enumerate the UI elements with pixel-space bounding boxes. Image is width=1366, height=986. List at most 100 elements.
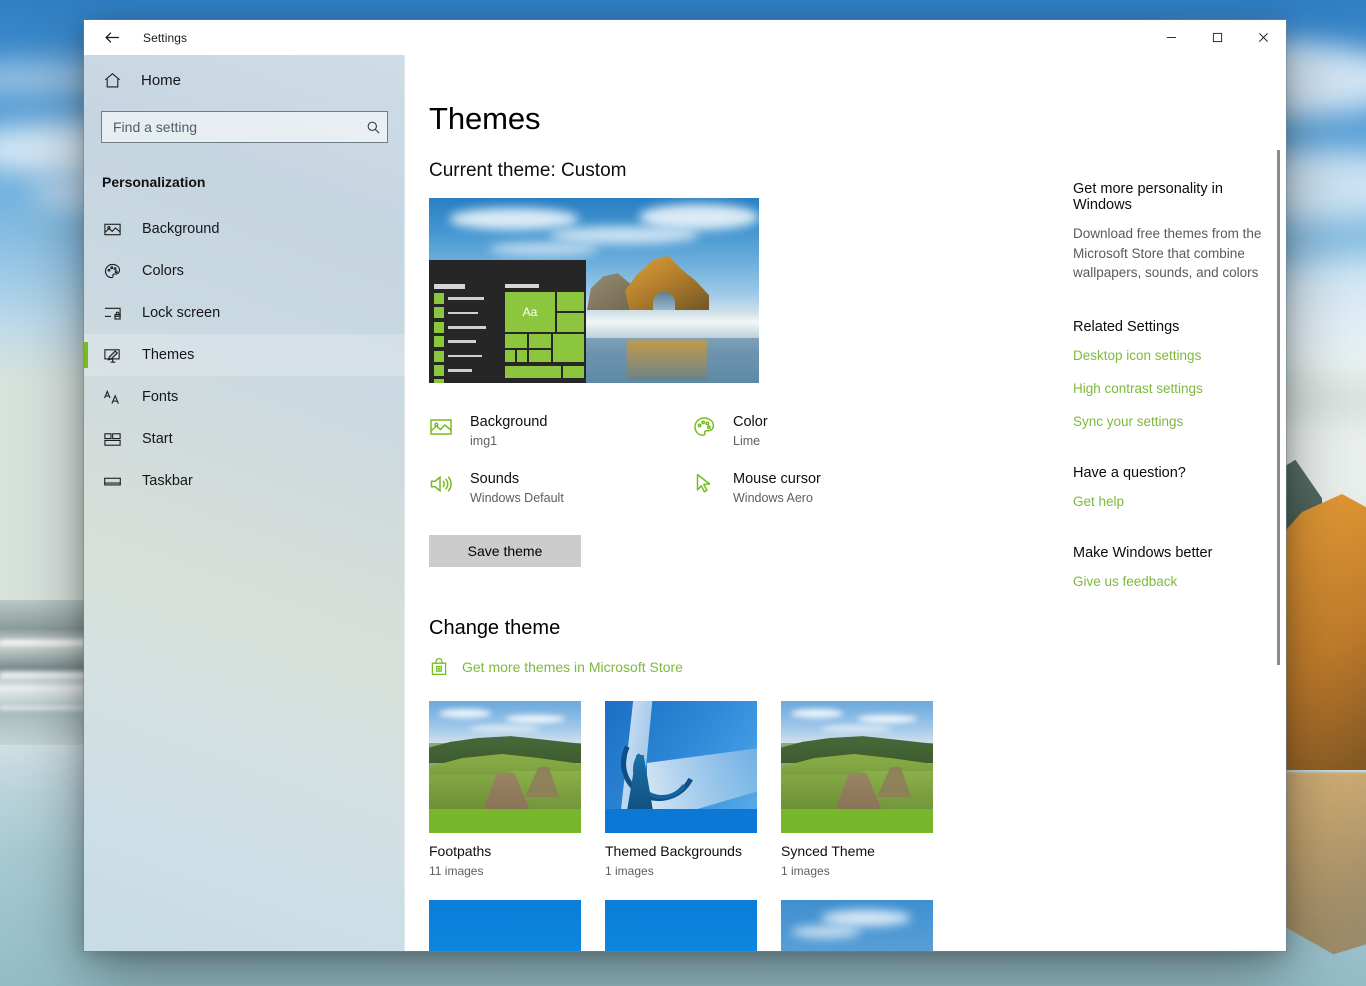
promo-text: Download free themes from the Microsoft … (1073, 226, 1262, 280)
summary-name: Mouse cursor (733, 471, 821, 487)
theme-card[interactable] (605, 900, 757, 951)
back-button[interactable] (99, 25, 125, 51)
sidebar-item-themes[interactable]: Themes (84, 334, 405, 376)
theme-card[interactable] (781, 900, 933, 951)
cursor-icon (692, 470, 718, 501)
theme-accent-bar (605, 809, 757, 833)
maximize-button[interactable] (1194, 20, 1240, 55)
link-get-help[interactable]: Get help (1073, 494, 1266, 509)
preview-cloud (449, 208, 579, 230)
current-theme-preview: Aa (429, 198, 759, 383)
link-sync-your-settings[interactable]: Sync your settings (1073, 414, 1266, 429)
store-link-label: Get more themes in Microsoft Store (462, 659, 683, 675)
theme-thumbnail (429, 701, 581, 833)
theme-card[interactable] (429, 900, 581, 951)
vertical-scrollbar[interactable] (1270, 55, 1286, 951)
aside-feedback: Make Windows better Give us feedback (1073, 545, 1266, 589)
preview-tile (505, 334, 527, 348)
summary-value: img1 (470, 434, 498, 448)
summary-value: Lime (733, 434, 761, 448)
sidebar-item-start[interactable]: Start (84, 418, 405, 460)
content-main: Themes Current theme: Custom Aa Backgrou… (405, 101, 1001, 951)
help-title: Have a question? (1073, 464, 1186, 481)
change-theme-title: Change theme (429, 617, 561, 639)
page-title: Themes (429, 101, 541, 136)
sidebar-item-lock-screen[interactable]: Lock screen (84, 292, 405, 334)
desktop-wallpaper: Settings Home Find a setting Personaliza… (0, 0, 1366, 986)
title-bar-drag-area[interactable] (405, 20, 1148, 55)
theme-card[interactable]: Footpaths 11 images (429, 701, 581, 878)
sidebar-item-home[interactable]: Home (84, 60, 405, 100)
related-settings-title: Related Settings (1073, 318, 1180, 335)
settings-window: Settings Home Find a setting Personaliza… (84, 20, 1286, 951)
theme-accent-bar (429, 809, 581, 833)
preview-start-heading (434, 284, 465, 289)
taskbar-icon (102, 471, 123, 492)
preview-cloud (639, 204, 759, 230)
aside-promo: Get more personality in Windows Download… (1073, 181, 1266, 283)
palette-icon (102, 261, 123, 282)
theme-name: Footpaths (429, 843, 492, 859)
sidebar-item-background[interactable]: Background (84, 208, 405, 250)
feedback-title: Make Windows better (1073, 544, 1213, 561)
link-desktop-icon-settings[interactable]: Desktop icon settings (1073, 348, 1266, 363)
scrollbar-thumb[interactable] (1277, 150, 1280, 665)
preview-tile (505, 350, 515, 362)
theme-name: Themed Backgrounds (605, 843, 742, 859)
sidebar-item-label: Lock screen (142, 305, 221, 321)
link-give-us-feedback[interactable]: Give us feedback (1073, 574, 1266, 589)
sidebar-item-fonts[interactable]: Fonts (84, 376, 405, 418)
window-body: Home Personalization (84, 55, 1286, 951)
search-box[interactable] (101, 111, 388, 143)
window-title: Settings (143, 30, 188, 45)
summary-item-background[interactable]: Background img1 (429, 413, 692, 448)
sidebar-item-label: Background (142, 221, 220, 237)
minimize-button[interactable] (1148, 20, 1194, 55)
preview-tile (563, 366, 584, 378)
start-icon (102, 429, 123, 450)
themes-icon (102, 345, 123, 366)
search-icon (366, 120, 381, 135)
microsoft-store-icon (429, 657, 449, 677)
sidebar-item-taskbar[interactable]: Taskbar (84, 460, 405, 502)
preview-start-menu: Aa (429, 260, 586, 383)
summary-value: Windows Default (470, 491, 564, 505)
preview-app-list (434, 293, 486, 383)
summary-item-sounds[interactable]: Sounds Windows Default (429, 470, 692, 505)
sidebar-item-label: Fonts (142, 389, 179, 405)
preview-tile (557, 313, 584, 332)
summary-name: Color (733, 414, 768, 430)
preview-tile (553, 334, 584, 362)
preview-cloud (489, 242, 599, 256)
aside-help: Have a question? Get help (1073, 465, 1266, 509)
get-more-themes-link[interactable]: Get more themes in Microsoft Store (429, 657, 1001, 677)
content-aside: Get more personality in Windows Download… (1001, 101, 1286, 951)
theme-thumbnail (781, 701, 933, 833)
search-input[interactable] (113, 119, 366, 135)
link-high-contrast-settings[interactable]: High contrast settings (1073, 381, 1266, 396)
close-button[interactable] (1240, 20, 1286, 55)
sidebar-item-label: Colors (142, 263, 184, 279)
window-controls (1148, 20, 1286, 55)
sidebar-item-colors[interactable]: Colors (84, 250, 405, 292)
home-label: Home (141, 71, 182, 89)
home-icon (101, 71, 123, 90)
theme-thumbnail (429, 900, 581, 951)
theme-card[interactable]: Synced Theme 1 images (781, 701, 933, 878)
content: Themes Current theme: Custom Aa Backgrou… (405, 55, 1286, 951)
aside-related-settings: Related Settings Desktop icon settings H… (1073, 319, 1266, 429)
theme-name: Synced Theme (781, 843, 875, 859)
current-theme-label: Current theme: Custom (429, 160, 627, 181)
sidebar: Home Personalization (84, 55, 405, 951)
theme-image-count: 1 images (781, 864, 830, 878)
sidebar-item-label: Themes (142, 347, 195, 363)
summary-item-color[interactable]: Color Lime (692, 413, 1001, 448)
picture-icon (102, 219, 123, 240)
save-theme-button[interactable]: Save theme (429, 535, 581, 567)
fonts-icon (102, 387, 123, 408)
content-scroll-area: Themes Current theme: Custom Aa Backgrou… (405, 55, 1286, 951)
summary-item-mouse-cursor[interactable]: Mouse cursor Windows Aero (692, 470, 1001, 505)
theme-card[interactable]: Themed Backgrounds 1 images (605, 701, 757, 878)
preview-tile-heading (505, 284, 539, 288)
preview-tile (517, 350, 527, 362)
